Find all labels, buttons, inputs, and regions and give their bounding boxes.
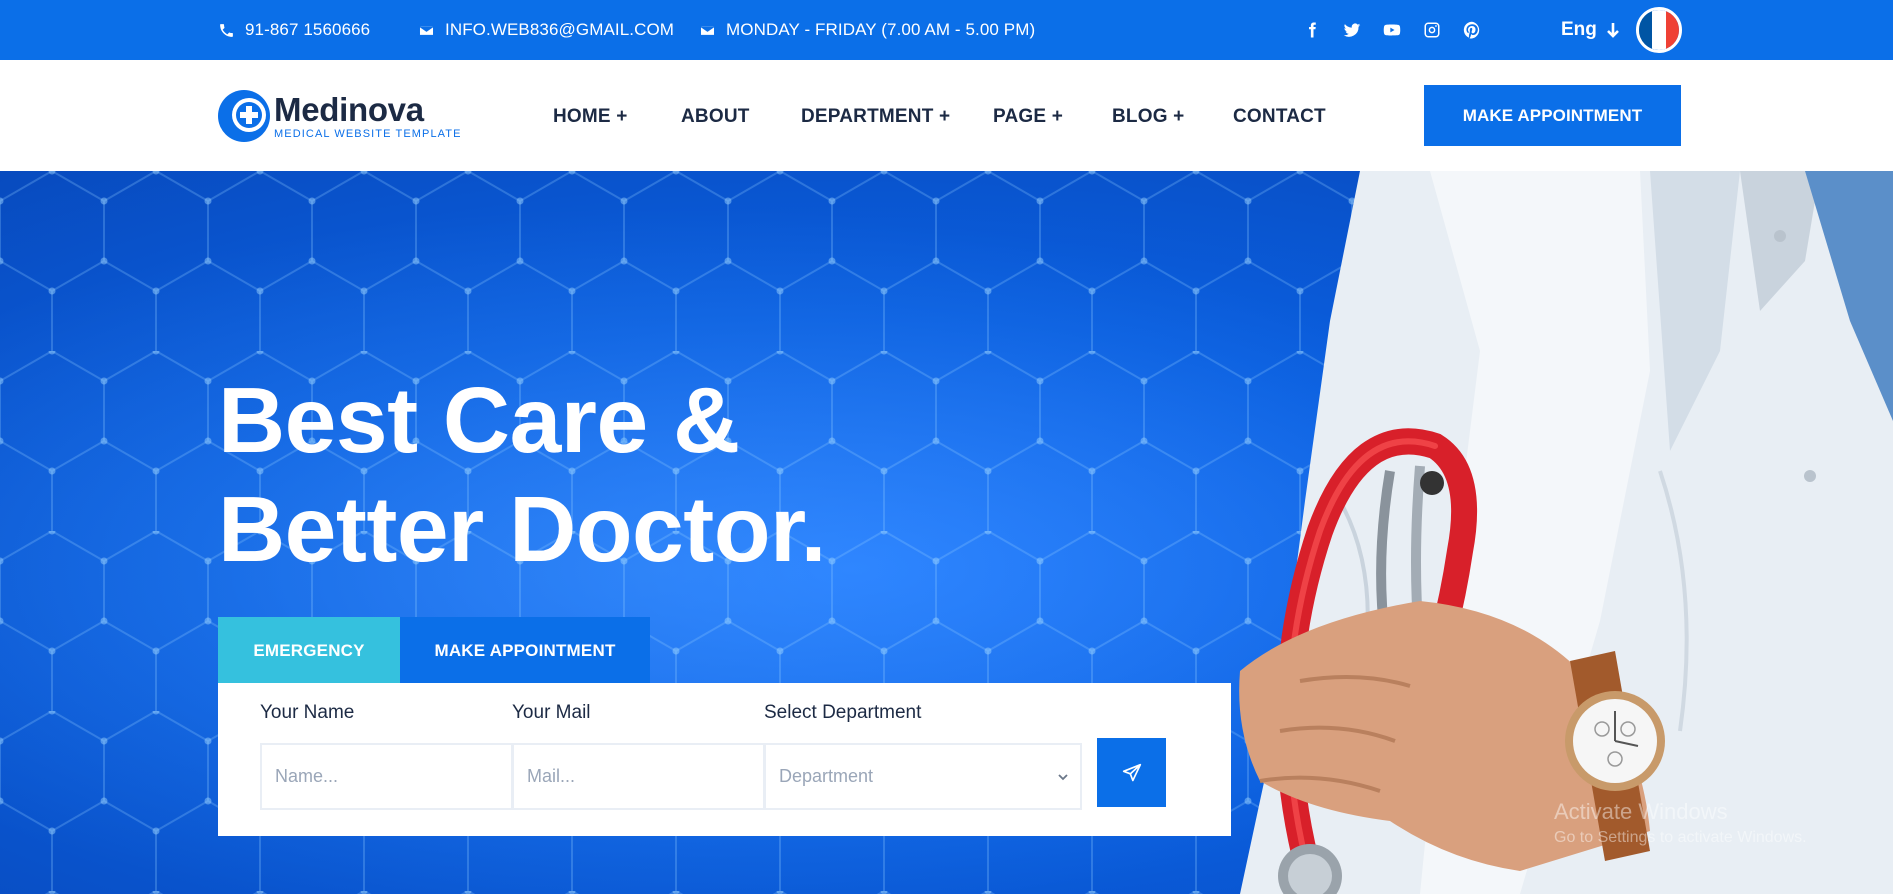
logo-title: Medinova xyxy=(274,90,424,128)
headline-line-2: Better Doctor. xyxy=(218,477,826,581)
top-bar: 91-867 1560666 INFO.WEB836@GMAIL.COM MON… xyxy=(0,0,1893,60)
nav-item-about[interactable]: ABOUT xyxy=(681,106,750,128)
social-links xyxy=(1302,0,1482,60)
nav-item-home[interactable]: HOME + xyxy=(553,106,628,128)
appointment-form: Your Name Your Mail Select Department De… xyxy=(218,683,1231,836)
appointment-tabs: EMERGENCY MAKE APPOINTMENT xyxy=(218,617,650,684)
hours-info: MONDAY - FRIDAY (7.00 AM - 5.00 PM) xyxy=(699,0,1035,60)
department-select[interactable]: Department xyxy=(764,743,1082,810)
youtube-icon[interactable] xyxy=(1382,20,1402,40)
tab-make-appointment[interactable]: MAKE APPOINTMENT xyxy=(400,617,650,684)
name-input[interactable] xyxy=(260,743,513,810)
pinterest-icon[interactable] xyxy=(1462,20,1482,40)
facebook-icon[interactable] xyxy=(1302,20,1322,40)
phone-icon xyxy=(220,23,233,37)
name-label: Your Name xyxy=(260,702,355,723)
arrow-down-icon xyxy=(1606,23,1619,38)
envelope-icon xyxy=(699,24,716,36)
nav-item-blog[interactable]: BLOG + xyxy=(1112,106,1184,128)
main-navbar: Medinova MEDICAL WEBSITE TEMPLATE HOME +… xyxy=(0,60,1893,171)
headline-line-1: Best Care & xyxy=(218,368,740,472)
activate-windows-watermark: Activate Windows Go to Settings to activ… xyxy=(1554,799,1807,847)
mail-label: Your Mail xyxy=(512,702,591,723)
paper-plane-icon xyxy=(1122,763,1141,781)
hero-headline: Best Care & Better Doctor. xyxy=(218,366,826,584)
site-logo[interactable]: Medinova MEDICAL WEBSITE TEMPLATE xyxy=(216,88,462,144)
send-button[interactable] xyxy=(1097,738,1166,807)
nav-item-department[interactable]: DEPARTMENT + xyxy=(801,106,950,128)
make-appointment-button[interactable]: MAKE APPOINTMENT xyxy=(1424,85,1681,146)
department-label: Select Department xyxy=(764,702,922,723)
language-selector[interactable]: Eng xyxy=(1561,0,1621,60)
mail-input[interactable] xyxy=(512,743,765,810)
phone-info[interactable]: 91-867 1560666 xyxy=(218,0,370,60)
hours-text: MONDAY - FRIDAY (7.00 AM - 5.00 PM) xyxy=(726,20,1036,39)
chevron-down-icon xyxy=(1058,773,1068,780)
twitter-icon[interactable] xyxy=(1342,20,1362,40)
language-label: Eng xyxy=(1561,19,1597,40)
department-select-value: Department xyxy=(779,766,874,786)
email-info[interactable]: INFO.WEB836@GMAIL.COM xyxy=(418,0,674,60)
tab-emergency[interactable]: EMERGENCY xyxy=(218,617,400,684)
hero-section: Best Care & Better Doctor. EMERGENCY MAK… xyxy=(0,171,1893,894)
logo-subtitle: MEDICAL WEBSITE TEMPLATE xyxy=(274,127,462,140)
flag-stripe-red xyxy=(1665,10,1679,50)
watermark-line-1: Activate Windows xyxy=(1554,799,1728,824)
medical-cross-logo-icon xyxy=(218,90,270,142)
flag-stripe-white xyxy=(1652,10,1666,50)
email-text: INFO.WEB836@GMAIL.COM xyxy=(445,20,675,39)
france-flag-icon[interactable] xyxy=(1636,7,1682,53)
instagram-icon[interactable] xyxy=(1422,20,1442,40)
envelope-icon xyxy=(418,24,435,36)
phone-text: 91-867 1560666 xyxy=(245,20,371,39)
flag-stripe-blue xyxy=(1639,10,1653,50)
nav-item-contact[interactable]: CONTACT xyxy=(1233,106,1326,128)
doctor-with-stethoscope-image xyxy=(1239,171,1893,894)
nav-item-page[interactable]: PAGE + xyxy=(993,106,1063,128)
watermark-line-2: Go to Settings to activate Windows. xyxy=(1554,829,1807,846)
